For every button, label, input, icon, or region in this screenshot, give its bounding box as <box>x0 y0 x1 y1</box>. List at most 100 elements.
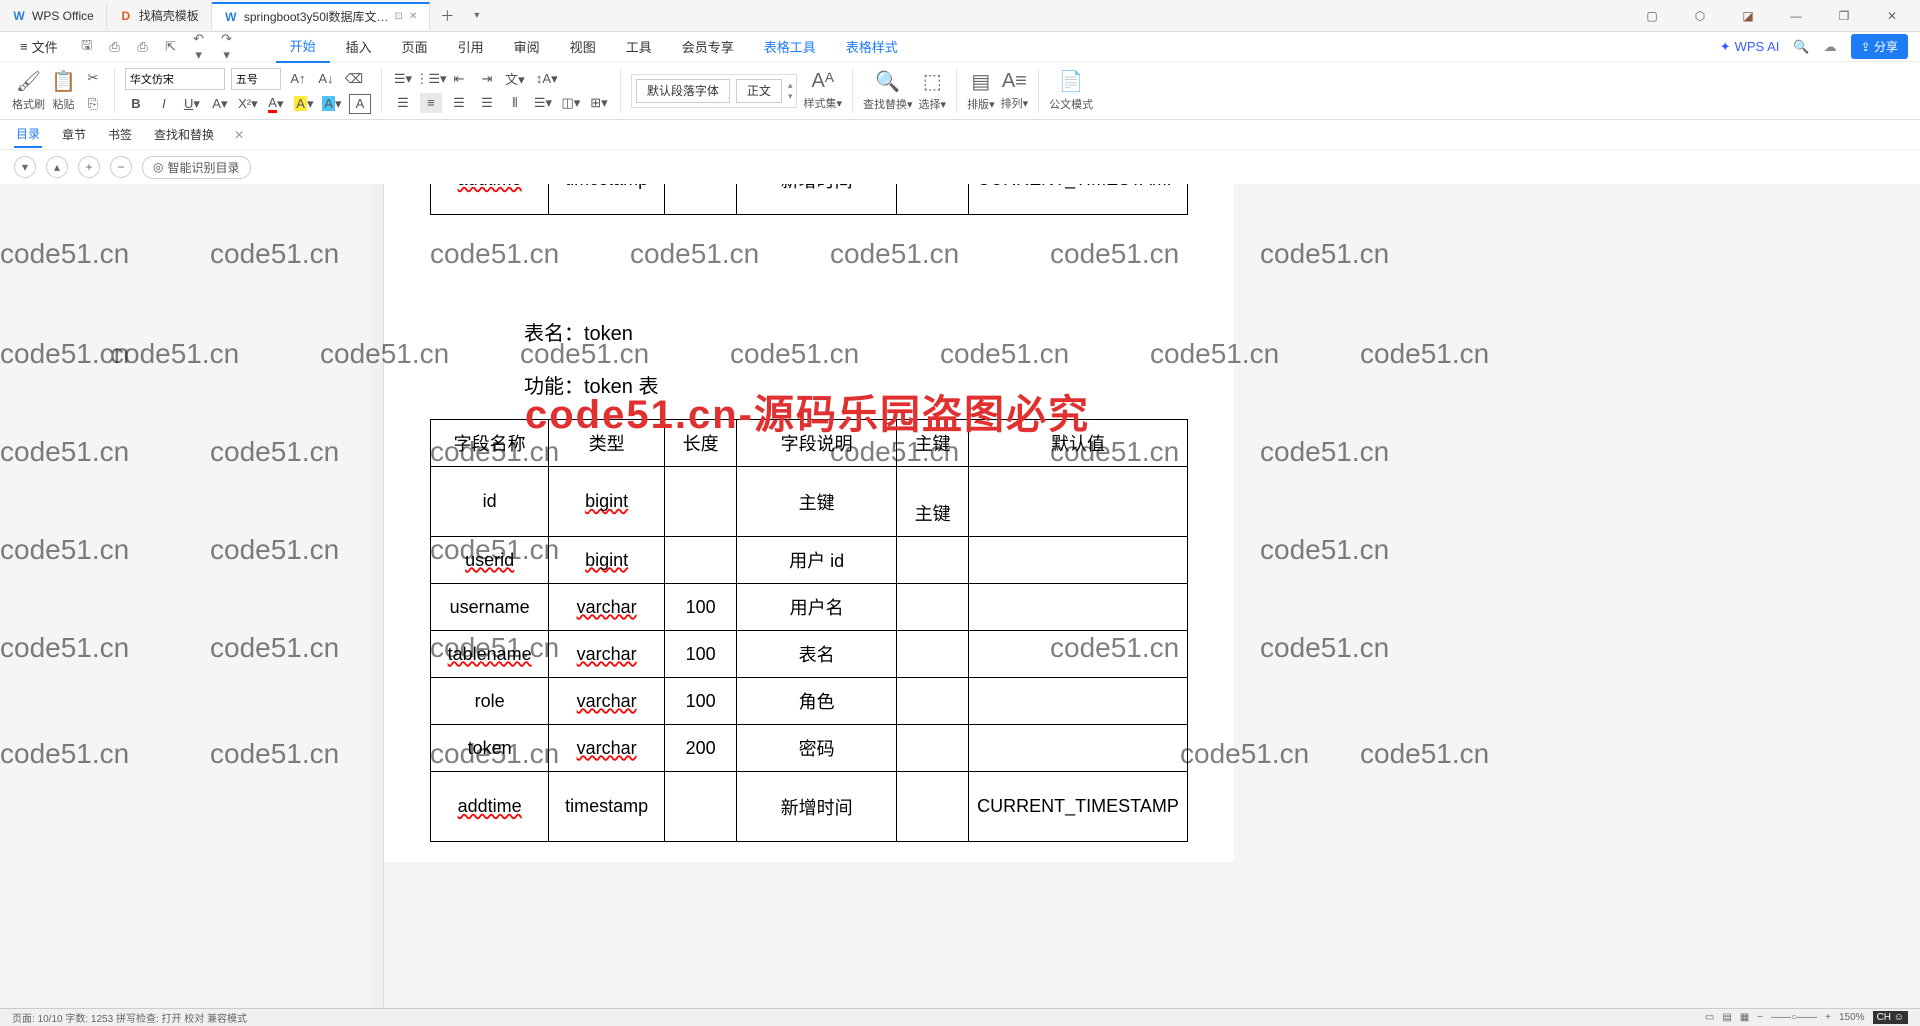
nav-bookmark[interactable]: 书签 <box>106 122 134 147</box>
nav-find-replace[interactable]: 查找和替换 <box>152 122 216 147</box>
zoom-value[interactable]: 150% <box>1839 1012 1865 1023</box>
select-button[interactable]: ⬚ 选择▾ <box>919 69 947 112</box>
align-center-icon[interactable]: ≡ <box>420 93 442 113</box>
ime-indicator[interactable]: CH ☺ <box>1873 1011 1908 1024</box>
file-menu[interactable]: ≡ 文件 <box>12 33 66 60</box>
arrange-button[interactable]: A≡ 排列▾ <box>1001 70 1029 111</box>
tab-review[interactable]: 审阅 <box>500 31 554 62</box>
collapse-icon[interactable]: ▾ <box>14 156 36 178</box>
tab-reference[interactable]: 引用 <box>444 31 498 62</box>
superscript-icon[interactable]: X²▾ <box>237 94 259 114</box>
style-down-icon[interactable]: ▾ <box>788 91 793 102</box>
align-right-icon[interactable]: ☰ <box>448 93 470 113</box>
tab-table-tools[interactable]: 表格工具 <box>750 31 830 62</box>
user-avatar-icon[interactable]: ◪ <box>1728 2 1768 30</box>
tab-menu-icon[interactable]: ⊡ <box>395 11 403 22</box>
shading-icon[interactable]: ◫▾ <box>560 93 582 113</box>
maximize-button[interactable]: ❐ <box>1824 2 1864 30</box>
cloud-sync-icon[interactable]: ☁ <box>1824 39 1837 55</box>
nav-toc[interactable]: 目录 <box>14 121 42 148</box>
style-default-para[interactable]: 默认段落字体 <box>636 79 730 103</box>
font-size-select[interactable] <box>231 68 281 90</box>
package-icon[interactable]: ⬡ <box>1680 2 1720 30</box>
tab-dropdown-icon[interactable]: ▾ <box>464 10 489 21</box>
clear-format-icon[interactable]: ⌫ <box>343 69 365 89</box>
tab-document[interactable]: W springboot3y50l数据库文… ⊡ ✕ <box>212 2 431 30</box>
wps-ai-button[interactable]: ✦ WPS AI <box>1720 39 1780 55</box>
tab-table-style[interactable]: 表格样式 <box>832 31 912 62</box>
decrease-font-icon[interactable]: A↓ <box>315 69 337 89</box>
zoom-out-icon[interactable]: − <box>1757 1012 1763 1023</box>
underline-icon[interactable]: U▾ <box>181 94 203 114</box>
view-web-icon[interactable]: ▦ <box>1740 1012 1749 1023</box>
line-height-icon[interactable]: ☰▾ <box>532 93 554 113</box>
expand-icon[interactable]: ▴ <box>46 156 68 178</box>
table-token[interactable]: 字段名称 类型 长度 字段说明 主键 默认值 id bigint 主键 主键 u… <box>430 419 1188 842</box>
increase-font-icon[interactable]: A↑ <box>287 69 309 89</box>
tab-start[interactable]: 开始 <box>276 30 330 63</box>
format-brush-button[interactable]: 🖌 格式刷 <box>12 69 45 112</box>
print-icon[interactable]: ⎙ <box>134 39 152 55</box>
font-box-icon[interactable]: A <box>349 94 371 114</box>
close-window-button[interactable]: ✕ <box>1872 2 1912 30</box>
style-gallery[interactable]: 默认段落字体 正文 ▴ ▾ <box>631 74 798 108</box>
new-tab-button[interactable]: ＋ <box>430 6 464 26</box>
align-justify-icon[interactable]: ☰ <box>476 93 498 113</box>
tab-page[interactable]: 页面 <box>388 31 442 62</box>
restore-down-icon[interactable]: ▢ <box>1632 2 1672 30</box>
print-preview-icon[interactable]: ⎙ <box>106 39 124 55</box>
decrease-indent-icon[interactable]: ⇤ <box>448 69 470 89</box>
tab-template[interactable]: D 找稿壳模板 <box>107 2 212 30</box>
line-spacing-icon[interactable]: ↕A▾ <box>532 69 562 89</box>
copy-icon[interactable]: ⎘ <box>82 94 104 114</box>
style-up-icon[interactable]: ▴ <box>788 80 793 91</box>
remove-icon[interactable]: − <box>110 156 132 178</box>
search-icon[interactable]: 🔍 <box>1793 39 1809 55</box>
strikethrough-icon[interactable]: A▾ <box>209 94 231 114</box>
add-icon[interactable]: + <box>78 156 100 178</box>
borders-icon[interactable]: ⊞▾ <box>588 93 610 113</box>
italic-icon[interactable]: I <box>153 94 175 114</box>
style-set-button[interactable]: Aᴬ 样式集▾ <box>803 70 842 111</box>
find-replace-button[interactable]: 🔍 查找替换▾ <box>863 69 913 112</box>
official-mode-button[interactable]: 📄 公文模式 <box>1049 69 1093 112</box>
text-direction-icon[interactable]: 文▾ <box>504 69 526 89</box>
style-body[interactable]: 正文 <box>736 79 782 103</box>
undo-icon[interactable]: ↶ ▾ <box>190 31 208 63</box>
nav-close-icon[interactable]: ✕ <box>234 128 244 142</box>
distribute-icon[interactable]: ⫴ <box>504 93 526 113</box>
tab-member[interactable]: 会员专享 <box>668 31 748 62</box>
number-list-icon[interactable]: ⋮☰▾ <box>420 69 442 89</box>
vertical-ruler[interactable] <box>372 184 384 1008</box>
export-icon[interactable]: ⇱ <box>162 39 180 55</box>
save-icon[interactable]: 🖫 <box>78 36 96 58</box>
minimize-button[interactable]: — <box>1776 2 1816 30</box>
smart-toc-button[interactable]: ◎ 智能识别目录 <box>142 156 251 179</box>
tab-tools[interactable]: 工具 <box>612 31 666 62</box>
highlight2-icon[interactable]: A▾ <box>321 94 343 114</box>
bold-icon[interactable]: B <box>125 94 147 114</box>
view-read-icon[interactable]: ▤ <box>1722 1012 1731 1023</box>
paste-button[interactable]: 📋 粘贴 <box>51 69 76 112</box>
tab-wps-office[interactable]: W WPS Office <box>0 2 107 30</box>
view-mode-icon[interactable]: ▭ <box>1705 1012 1714 1023</box>
highlight-icon[interactable]: A▾ <box>293 94 315 114</box>
increase-indent-icon[interactable]: ⇥ <box>476 69 498 89</box>
font-color-icon[interactable]: A▾ <box>265 94 287 114</box>
cut-icon[interactable]: ✂ <box>82 68 104 88</box>
document-page[interactable]: addtime timestamp 新增时间 CURRENT_TIMESTAMP… <box>384 184 1234 862</box>
zoom-slider[interactable]: ——○—— <box>1771 1012 1817 1023</box>
align-left-icon[interactable]: ☰ <box>392 93 414 113</box>
zoom-in-icon[interactable]: + <box>1825 1012 1831 1023</box>
close-icon[interactable]: ✕ <box>409 11 417 22</box>
layout-button[interactable]: ▤ 排版▾ <box>967 69 995 112</box>
tab-insert[interactable]: 插入 <box>332 31 386 62</box>
share-button[interactable]: ⇪ 分享 <box>1851 34 1908 59</box>
font-name-select[interactable] <box>125 68 225 90</box>
tab-view[interactable]: 视图 <box>556 31 610 62</box>
table-fragment-top[interactable]: addtime timestamp 新增时间 CURRENT_TIMESTAMP <box>430 184 1188 215</box>
redo-icon[interactable]: ↷ ▾ <box>218 31 236 63</box>
bullet-list-icon[interactable]: ☰▾ <box>392 69 414 89</box>
nav-chapter[interactable]: 章节 <box>60 122 88 147</box>
hamburger-icon: ≡ <box>20 39 28 54</box>
